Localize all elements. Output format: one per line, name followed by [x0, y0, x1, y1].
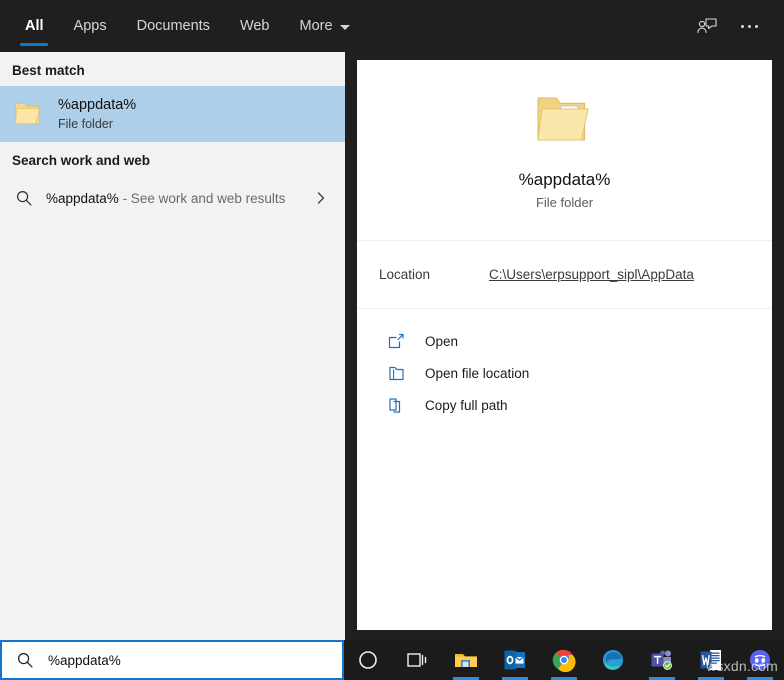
tab-apps-label: Apps	[74, 18, 107, 34]
taskbar-outlook-button[interactable]	[491, 640, 540, 680]
copy-icon-svg	[388, 397, 405, 414]
tab-documents[interactable]: Documents	[122, 0, 225, 52]
tab-more-label: More	[300, 18, 333, 34]
chrome-icon	[551, 647, 577, 673]
word-icon	[698, 647, 724, 673]
search-icon	[14, 652, 36, 668]
topbar-actions	[686, 0, 784, 52]
tab-web[interactable]: Web	[225, 0, 285, 52]
result-item-texts: %appdata% File folder	[58, 96, 136, 133]
search-icon-svg	[16, 190, 32, 206]
tab-web-label: Web	[240, 18, 270, 34]
more-options-button[interactable]	[728, 6, 770, 46]
tab-more[interactable]: More	[285, 0, 365, 52]
chevron-right-icon[interactable]	[315, 191, 333, 205]
taskbar-file-explorer-button[interactable]	[442, 640, 491, 680]
copy-icon	[385, 397, 407, 414]
search-web-header: Search work and web	[0, 142, 345, 176]
action-copy-full-path[interactable]: Copy full path	[357, 389, 772, 421]
action-open-label: Open	[425, 334, 458, 349]
web-result-query: %appdata%	[46, 191, 119, 206]
results-panel: Best match %appdata% File folder Search …	[0, 52, 345, 640]
taskbar: %appdata%	[0, 640, 784, 680]
tab-active-underline	[20, 43, 48, 46]
preview-subtitle: File folder	[536, 195, 593, 210]
person-comment-icon	[696, 16, 718, 36]
search-input-value: %appdata%	[48, 653, 121, 668]
location-label: Location	[379, 267, 489, 282]
folder-icon	[12, 97, 46, 131]
action-open-file-location-label: Open file location	[425, 366, 529, 381]
open-folder-icon-svg	[388, 365, 405, 382]
cortana-icon	[355, 647, 381, 673]
web-result-text: %appdata% - See work and web results	[46, 191, 315, 206]
task-view-icon	[404, 647, 430, 673]
taskbar-chrome-button[interactable]	[540, 640, 589, 680]
tab-all[interactable]: All	[10, 0, 59, 52]
folder-icon	[532, 90, 598, 148]
open-folder-icon	[385, 365, 407, 382]
search-input[interactable]: %appdata%	[0, 640, 344, 680]
result-item-subtitle: File folder	[58, 116, 136, 133]
result-item-web-search[interactable]: %appdata% - See work and web results	[0, 176, 345, 220]
search-icon-svg	[17, 652, 33, 668]
preview-hero: %appdata% File folder	[357, 60, 772, 241]
folder-icon-svg	[12, 97, 46, 131]
action-open-file-location[interactable]: Open file location	[357, 357, 772, 389]
tab-apps[interactable]: Apps	[59, 0, 122, 52]
preview-actions: Open Open file location	[357, 309, 772, 421]
taskbar-cortana-button[interactable]	[344, 640, 393, 680]
taskbar-teams-button[interactable]	[637, 640, 686, 680]
result-item-title: %appdata%	[58, 96, 136, 115]
taskbar-edge-button[interactable]	[588, 640, 637, 680]
best-match-header: Best match	[0, 52, 345, 86]
chevron-right-icon-svg	[315, 191, 327, 205]
location-value-link[interactable]: C:\Users\erpsupport_sipl\AppData	[489, 267, 694, 282]
action-open[interactable]: Open	[357, 325, 772, 357]
preview-panel: %appdata% File folder Location C:\Users\…	[357, 60, 772, 630]
outlook-icon	[502, 647, 528, 673]
tab-list: All Apps Documents Web More	[0, 0, 365, 52]
chevron-down-icon	[340, 25, 350, 30]
file-explorer-icon	[453, 647, 479, 673]
edge-icon	[600, 647, 626, 673]
result-item-best-match[interactable]: %appdata% File folder	[0, 86, 345, 142]
preview-location-row: Location C:\Users\erpsupport_sipl\AppDat…	[357, 241, 772, 309]
tab-all-label: All	[25, 18, 44, 34]
open-external-icon-svg	[388, 333, 405, 350]
taskbar-task-view-button[interactable]	[393, 640, 442, 680]
taskbar-discord-button[interactable]	[735, 640, 784, 680]
teams-icon	[649, 647, 675, 673]
search-tabs-bar: All Apps Documents Web More	[0, 0, 784, 52]
open-external-icon	[385, 333, 407, 350]
folder-icon-large-svg	[532, 90, 598, 148]
preview-title: %appdata%	[519, 168, 611, 191]
action-copy-full-path-label: Copy full path	[425, 398, 508, 413]
taskbar-word-button[interactable]	[686, 640, 735, 680]
feedback-button[interactable]	[686, 6, 728, 46]
search-icon	[12, 190, 36, 206]
web-result-suffix: - See work and web results	[119, 191, 286, 206]
windows-search-flyout: All Apps Documents Web More	[0, 0, 784, 680]
taskbar-items	[344, 640, 784, 680]
ellipsis-icon	[741, 25, 758, 28]
discord-icon	[747, 647, 773, 673]
tab-documents-label: Documents	[137, 18, 210, 34]
